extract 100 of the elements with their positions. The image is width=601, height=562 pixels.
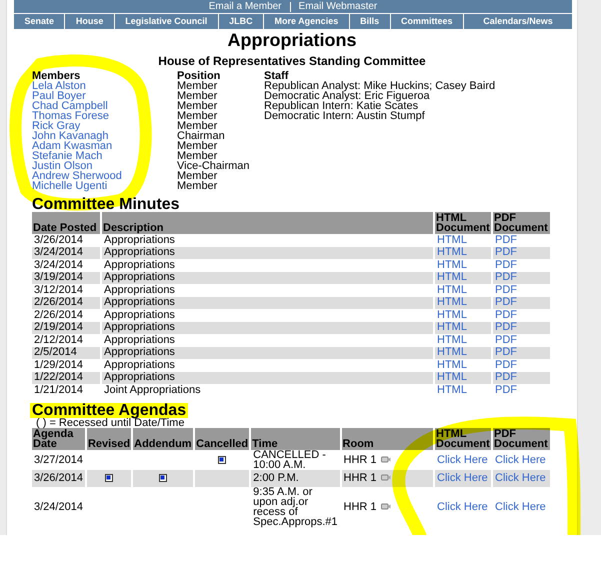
member-position: Member: [177, 101, 218, 111]
staff-entry: Republican Intern: Katie Scates: [264, 101, 418, 111]
pdf-link[interactable]: PDF: [495, 284, 517, 296]
pdf-link[interactable]: PDF: [495, 384, 517, 396]
nav-tab[interactable]: More Agencies: [264, 14, 349, 29]
nav-tab[interactable]: JLBC: [218, 14, 264, 29]
member-position: Member: [177, 181, 218, 191]
html-link[interactable]: HTML: [437, 308, 467, 321]
column-header: Cancelled: [195, 428, 250, 450]
member-link[interactable]: Thomas Forese: [32, 111, 177, 121]
nav-tab[interactable]: Legislative Council: [114, 14, 218, 29]
member-link[interactable]: Adam Kwasman: [32, 141, 177, 151]
nav-tab[interactable]: Committees: [390, 14, 463, 29]
video-camera-icon[interactable]: [380, 474, 391, 481]
table-cell: 2/5/2014: [32, 346, 100, 359]
member-position: Vice-Chairman: [177, 161, 251, 171]
table-cell: Appropriations: [102, 246, 433, 259]
table-cell-text: 9:35 A.M. or upon adj.or recess of Spec.Approps.#1: [252, 486, 339, 526]
html-link[interactable]: Click Here: [437, 454, 488, 466]
html-link[interactable]: HTML: [437, 334, 467, 346]
top-link[interactable]: Email a Member: [200, 1, 290, 12]
table-cell: 2/19/2014: [32, 322, 100, 334]
member-position: Member: [177, 81, 218, 91]
table-cell-text: Appropriations: [103, 334, 176, 346]
nav-tab[interactable]: House: [65, 14, 114, 29]
column-header: Agenda Date: [32, 428, 85, 450]
table-cell-text: 3/26/2014: [33, 234, 84, 246]
column-header: Time: [251, 428, 340, 450]
page-subtitle: House of Representatives Standing Committee: [157, 54, 427, 68]
column-header: Date Posted: [32, 212, 100, 234]
member-link[interactable]: Justin Olson: [32, 161, 177, 171]
table-cell-text: 3/27/2014: [33, 452, 84, 468]
member-position: Member: [177, 151, 218, 161]
room-label: HHR 1: [344, 500, 377, 512]
member-link[interactable]: Lela Alston: [32, 81, 177, 91]
staff-entry: Democratic Analyst: Eric Figueroa: [264, 91, 430, 101]
document-icon[interactable]: [105, 474, 114, 482]
document-icon[interactable]: [159, 474, 168, 482]
pdf-link[interactable]: PDF: [495, 234, 517, 246]
staff-entry: Republican Analyst: Mike Huckins; Casey Baird: [264, 81, 496, 91]
table-cell: 2/26/2014: [32, 296, 100, 309]
html-link[interactable]: HTML: [437, 284, 467, 296]
table-cell-text: Appropriations: [103, 234, 176, 246]
table-cell: Appropriations: [102, 346, 433, 359]
table-cell-text: 3/24/2014: [33, 259, 84, 272]
member-link[interactable]: Andrew Sherwood: [32, 171, 177, 181]
pdf-link[interactable]: PDF: [495, 334, 517, 346]
pdf-link[interactable]: PDF: [495, 308, 517, 321]
table-cell-text: CANCELLED - 10:00 A.M.: [252, 450, 327, 470]
table-cell-text: Appropriations: [103, 259, 176, 272]
section-heading: Committee Minutes: [32, 197, 180, 212]
html-link[interactable]: Click Here: [437, 500, 488, 512]
table-cell: 2:00 P.M.: [251, 470, 340, 486]
nav-tab[interactable]: Bills: [350, 14, 390, 29]
table-cell-text: 3/12/2014: [33, 284, 84, 296]
pdf-link[interactable]: Click Here: [495, 454, 546, 466]
member-position: Member: [177, 121, 218, 131]
video-camera-icon[interactable]: [380, 502, 391, 510]
page-title: Appropriations: [226, 30, 358, 50]
html-link[interactable]: HTML: [437, 258, 467, 271]
table-cell: 1/22/2014: [32, 372, 100, 384]
member-link[interactable]: John Kavanagh: [32, 131, 177, 141]
table-cell-text: Appropriations: [103, 359, 176, 372]
member-link[interactable]: Chad Campbell: [32, 101, 177, 111]
column-header: PDF Document: [493, 212, 550, 234]
staff-entry: Democratic Intern: Austin Stumpf: [264, 111, 426, 121]
member-position: Member: [177, 171, 218, 181]
table-cell-text: 1/29/2014: [33, 359, 84, 372]
document-icon[interactable]: [218, 456, 226, 464]
html-link[interactable]: HTML: [437, 384, 467, 396]
table-cell: 3/26/2014: [32, 470, 85, 486]
table-cell-text: Appropriations: [103, 284, 176, 296]
table-cell: 3/19/2014: [32, 272, 100, 284]
pdf-link[interactable]: PDF: [495, 258, 517, 271]
top-link[interactable]: Email Webmaster: [290, 1, 386, 12]
nav-tab[interactable]: Senate: [14, 14, 64, 29]
html-link[interactable]: HTML: [437, 234, 467, 246]
table-cell: Appropriations: [102, 296, 433, 309]
video-camera-icon[interactable]: [380, 456, 391, 462]
column-heading: Staff: [264, 71, 288, 81]
legend-note: ( ) = Recessed until Date/Time: [36, 418, 184, 428]
column-header: Revised: [86, 428, 132, 450]
member-link[interactable]: Rick Gray: [32, 121, 177, 131]
nav-tab[interactable]: Calendars/News: [464, 14, 572, 29]
member-position: Chairman: [177, 131, 226, 141]
column-header: Description: [102, 212, 433, 234]
html-link[interactable]: HTML: [437, 358, 467, 371]
column-header: Addendum: [133, 428, 194, 450]
table-cell-text: 2/12/2014: [33, 334, 84, 346]
pdf-link[interactable]: PDF: [495, 358, 517, 371]
member-link[interactable]: Paul Boyer: [32, 91, 177, 101]
pdf-link[interactable]: Click Here: [495, 500, 546, 512]
room-label: HHR 1: [344, 454, 377, 466]
member-link[interactable]: Stefanie Mach: [32, 151, 177, 161]
table-cell: Appropriations: [102, 322, 433, 334]
column-header: HTML Document: [435, 212, 491, 234]
member-link[interactable]: Michelle Ugenti: [32, 181, 177, 191]
section-heading: Committee Agendas: [30, 402, 188, 418]
table-cell-text: 1/21/2014: [33, 384, 84, 396]
table-cell-text: Appropriations: [103, 309, 176, 322]
